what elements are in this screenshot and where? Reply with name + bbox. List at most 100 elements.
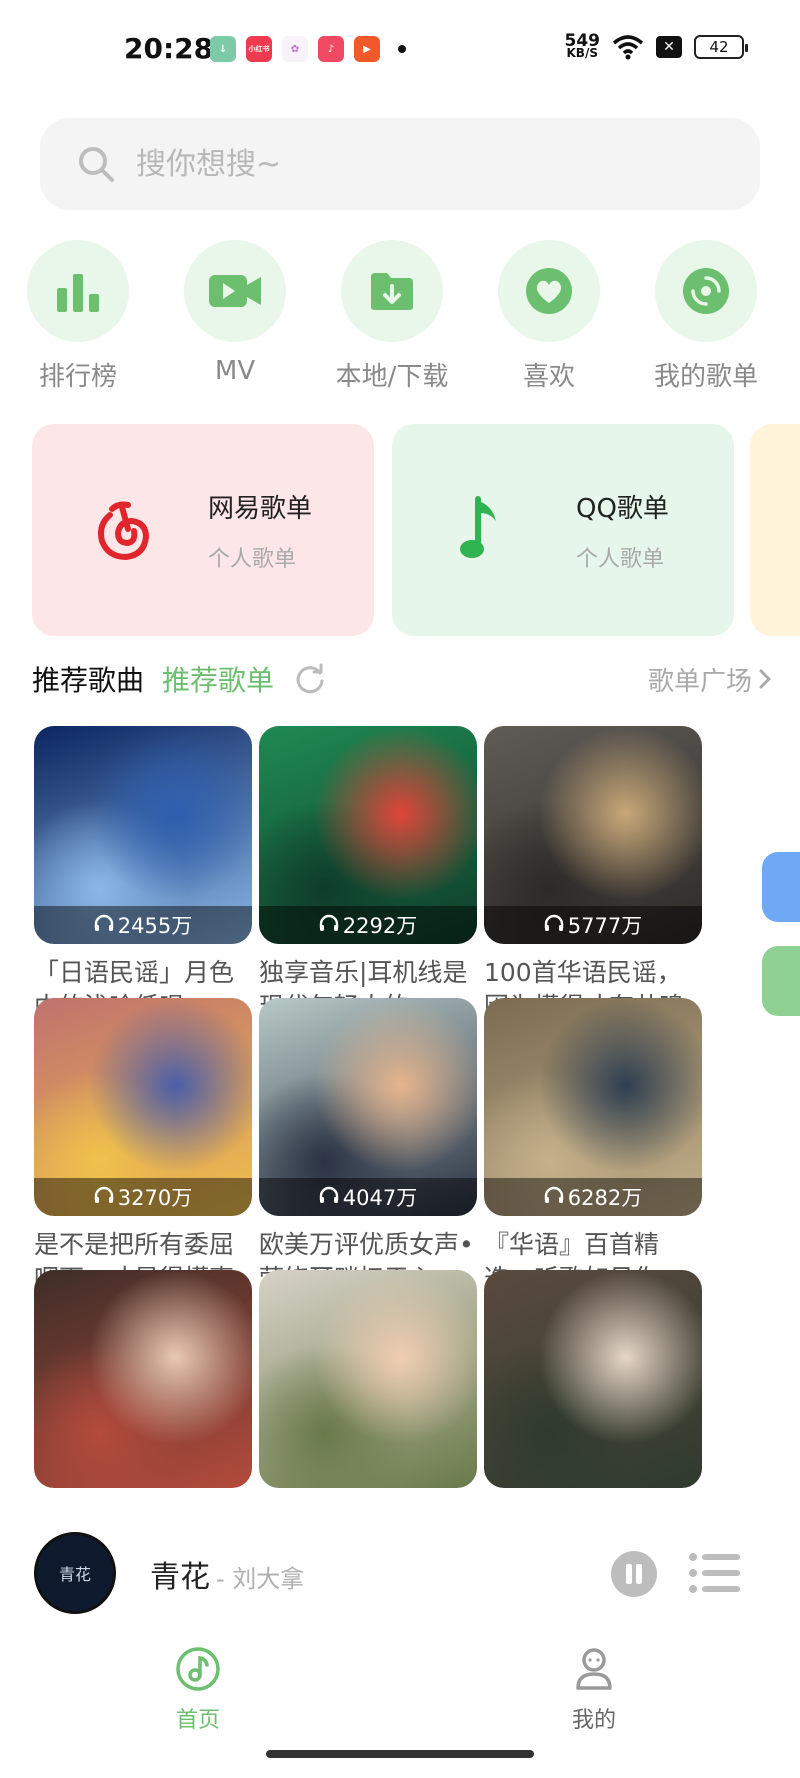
status-time: 20:28 — [124, 32, 214, 65]
side-float-button-blue[interactable] — [762, 852, 800, 922]
now-playing-artist: - 刘大拿 — [216, 1565, 305, 1593]
shortcut-ranking[interactable]: 排行榜 — [13, 240, 143, 393]
play-count: 5777万 — [484, 906, 702, 944]
tab-mine[interactable]: 我的 — [524, 1646, 664, 1734]
shortcut-favorites[interactable]: 喜欢 — [484, 240, 614, 393]
photos-app-icon: ✿ — [282, 36, 308, 62]
playlist-cover[interactable]: 4047万 — [259, 998, 477, 1216]
shortcut-label: MV — [214, 356, 256, 386]
playlist-grid: 2455万「日语民谣」月色中的浅吟低唱2292万独享音乐|耳机线是现代年轻人的…… — [34, 726, 764, 1516]
playlist-cover[interactable]: 2292万 — [259, 726, 477, 944]
playlist-cover[interactable]: 6282万 — [484, 998, 702, 1216]
tab-recommended-playlists[interactable]: 推荐歌单 — [162, 659, 274, 699]
headphones-icon — [319, 913, 339, 937]
network-speed-unit: KB/S — [566, 46, 598, 60]
more-notifications-dot — [398, 45, 406, 53]
playlist-card[interactable] — [34, 1270, 252, 1488]
shortcut-label: 本地/下载 — [335, 362, 449, 392]
wifi-icon — [612, 35, 644, 60]
mini-player[interactable]: 青花 青花 - 刘大拿 — [0, 1522, 800, 1622]
playlist-plaza-link[interactable]: 歌单广场 — [648, 661, 772, 698]
play-count-value: 6282万 — [567, 1186, 643, 1210]
playlist-card[interactable] — [484, 1270, 702, 1488]
playlist-card[interactable]: 5777万100首华语民谣，因为懂得才有共鸣 — [484, 726, 702, 1024]
tab-recommended-songs[interactable]: 推荐歌曲 — [32, 659, 144, 699]
shortcut-local-download[interactable]: 本地/下载 — [327, 240, 457, 393]
recommend-section-header: 推荐歌曲 推荐歌单 歌单广场 — [32, 658, 772, 700]
shortcut-mv-circle — [184, 240, 286, 342]
playlist-card[interactable]: 4047万欧美万评优质女声•萦绕耳畔忆于心… — [259, 998, 477, 1296]
shortcut-label: 喜欢 — [522, 362, 575, 392]
now-playing-info[interactable]: 青花 - 刘大拿 — [150, 1552, 304, 1596]
card-title: 网易歌单 — [208, 493, 313, 524]
playlist-queue-button[interactable] — [688, 1552, 740, 1594]
playlist-card[interactable]: 3270万是不是把所有委屈咽下，才显得懂事 — [34, 998, 252, 1296]
now-playing-song: 青花 — [150, 1560, 210, 1595]
card-subtitle: 个人歌单 — [576, 546, 665, 572]
shortcut-mv[interactable]: MV — [170, 240, 300, 386]
play-count: 4047万 — [259, 1178, 477, 1216]
disc-icon — [683, 268, 729, 314]
download-app-icon: ↓ — [210, 36, 236, 62]
tab-home[interactable]: 首页 — [128, 1646, 268, 1734]
qq-playlist-card[interactable]: QQ歌单 个人歌单 — [392, 424, 734, 636]
side-float-button-green[interactable] — [762, 946, 800, 1016]
netease-playlist-card[interactable]: 网易歌单 个人歌单 — [32, 424, 374, 636]
search-bar[interactable] — [40, 118, 760, 210]
play-count-value: 4047万 — [342, 1186, 418, 1210]
home-indicator[interactable] — [266, 1750, 534, 1758]
user-profile-icon — [576, 1648, 612, 1690]
playlist-cover[interactable]: 2455万 — [34, 726, 252, 944]
pause-button[interactable] — [610, 1550, 658, 1598]
shortcut-label: 排行榜 — [38, 362, 117, 392]
network-speed: 549 KB/S — [565, 33, 601, 60]
video-camera-icon — [209, 275, 261, 307]
video-app-icon: ▶ — [354, 36, 380, 62]
play-count-value: 2292万 — [342, 914, 418, 938]
folder-download-icon — [371, 273, 413, 310]
xiaohongshu-app-icon: 小红书 — [246, 36, 272, 62]
playlist-cover[interactable]: 5777万 — [484, 726, 702, 944]
play-count-value: 2455万 — [117, 914, 193, 938]
playlist-plaza-label: 歌单广场 — [647, 666, 752, 697]
shortcut-row: 排行榜 MV 本地/下载 喜欢 我的歌单 — [0, 240, 800, 393]
tab-label: 我的 — [571, 1708, 616, 1733]
headphones-icon — [319, 1185, 339, 1209]
playlist-cover[interactable] — [34, 1270, 252, 1488]
shortcut-favorites-circle — [498, 240, 600, 342]
playlist-cover[interactable] — [259, 1270, 477, 1488]
headphones-icon — [544, 1185, 564, 1209]
play-count: 6282万 — [484, 1178, 702, 1216]
playlist-source-cards: 网易歌单 个人歌单 QQ歌单 个人歌单 — [32, 424, 800, 636]
sim-off-icon: ✕ — [656, 36, 682, 58]
shortcut-local-circle — [341, 240, 443, 342]
battery-indicator: 42 — [694, 35, 748, 59]
heart-icon — [526, 268, 572, 314]
home-music-icon — [176, 1647, 220, 1691]
next-card-peek[interactable] — [750, 424, 800, 636]
refresh-icon[interactable] — [294, 663, 326, 695]
chart-bars-icon — [57, 274, 99, 312]
search-input[interactable] — [136, 146, 696, 182]
qq-music-note-icon — [460, 496, 496, 558]
search-icon — [79, 147, 114, 182]
status-bar: 20:28 ↓ 小红书 ✿ ♪ ▶ 549 KB/S ✕ 42 — [0, 0, 800, 100]
card-subtitle: 个人歌单 — [208, 546, 297, 572]
play-count-value: 5777万 — [567, 914, 643, 938]
chevron-right-icon — [759, 669, 771, 689]
playlist-cover[interactable]: 3270万 — [34, 998, 252, 1216]
shortcut-my-playlists[interactable]: 我的歌单 — [641, 240, 771, 393]
album-disc[interactable]: 青花 — [34, 1532, 116, 1614]
playlist-card[interactable]: 2455万「日语民谣」月色中的浅吟低唱 — [34, 726, 252, 1024]
shortcut-label: 我的歌单 — [653, 362, 758, 392]
netease-cloud-music-icon — [98, 501, 150, 561]
tab-label: 首页 — [175, 1708, 220, 1733]
playlist-card[interactable]: 2292万独享音乐|耳机线是现代年轻人的… — [259, 726, 477, 1024]
notification-icons: ↓ 小红书 ✿ ♪ ▶ — [210, 36, 406, 62]
playlist-card[interactable] — [259, 1270, 477, 1488]
playlist-card[interactable]: 6282万『华语』百首精选，听歌如见你 — [484, 998, 702, 1296]
playlist-cover[interactable] — [484, 1270, 702, 1488]
play-count: 3270万 — [34, 1178, 252, 1216]
status-right: 549 KB/S ✕ 42 — [565, 33, 748, 60]
shortcut-my-playlists-circle — [655, 240, 757, 342]
